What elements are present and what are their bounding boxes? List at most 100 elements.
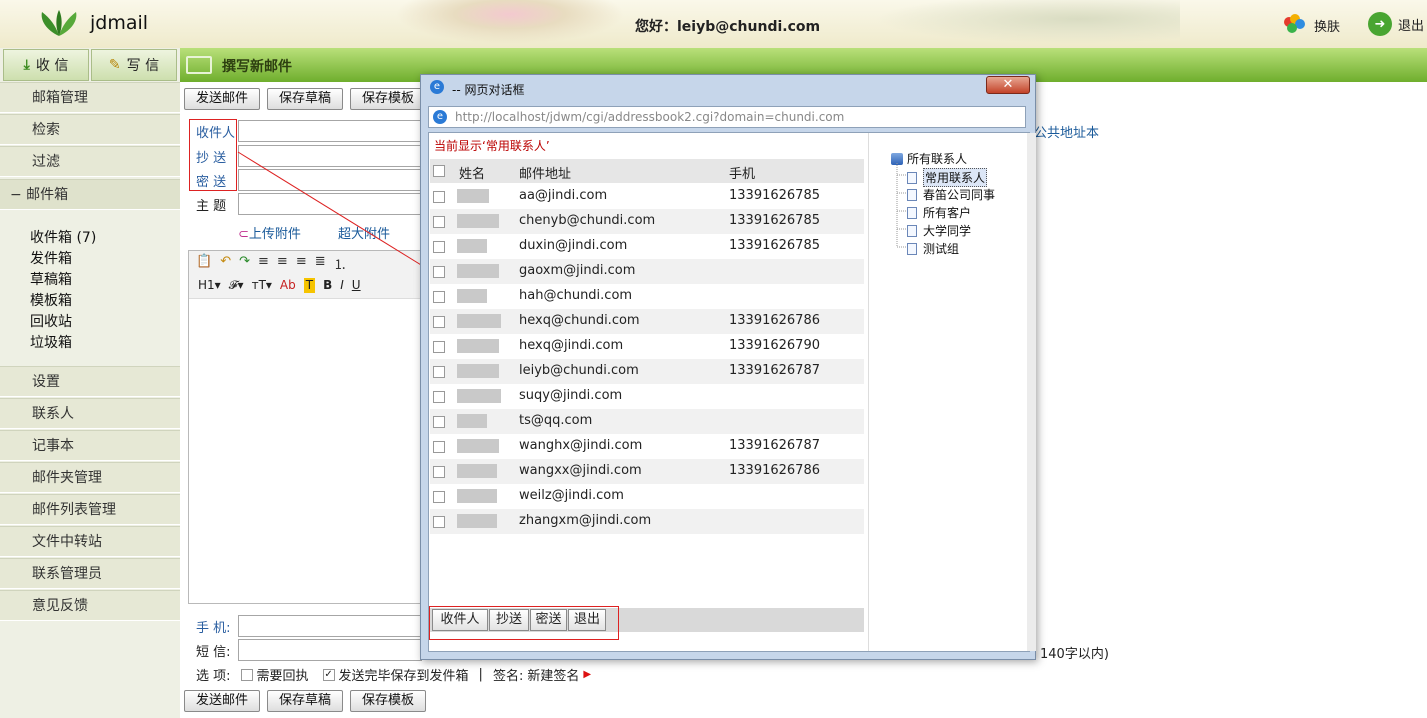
highlight-button[interactable]: T: [303, 278, 316, 293]
contact-row-checkbox[interactable]: [433, 266, 445, 278]
dialog-close-button[interactable]: ✕: [986, 76, 1030, 94]
bcc-label[interactable]: 密 送: [196, 171, 226, 190]
sidebar-item-notes[interactable]: 记事本: [0, 430, 180, 461]
cc-label[interactable]: 抄 送: [196, 147, 226, 166]
paste-icon[interactable]: 📋: [196, 254, 212, 273]
sidebar-item-mailbox[interactable]: − 邮件箱: [0, 179, 180, 210]
save-draft-button[interactable]: 保存草稿: [267, 88, 343, 110]
contact-row[interactable]: wangxx@jindi.com 13391626786: [430, 459, 864, 484]
sidebar-item-contacts[interactable]: 联系人: [0, 398, 180, 429]
to-label[interactable]: 收件人: [196, 122, 235, 141]
folder-inbox[interactable]: 收件箱 (7): [30, 228, 96, 249]
folder-drafts[interactable]: 草稿箱: [30, 270, 96, 291]
add-to-bcc-button[interactable]: 密送: [530, 609, 567, 631]
message-editor[interactable]: [188, 250, 428, 604]
to-input[interactable]: [238, 120, 422, 142]
contact-row-checkbox[interactable]: [433, 366, 445, 378]
add-to-cc-button[interactable]: 抄送: [489, 609, 529, 631]
tree-node[interactable]: 大学同学: [907, 222, 971, 239]
italic-button[interactable]: I: [340, 278, 344, 293]
contact-name-redacted: [457, 489, 497, 503]
contact-row-checkbox[interactable]: [433, 241, 445, 253]
sidebar-item-mailbox-manage[interactable]: 邮箱管理: [0, 82, 180, 113]
contact-email: aa@jindi.com: [519, 188, 608, 203]
sms-input[interactable]: [238, 639, 422, 661]
select-all-checkbox[interactable]: [433, 165, 445, 177]
contact-row[interactable]: chenyb@chundi.com 13391626785: [430, 209, 864, 234]
contact-row[interactable]: weilz@jindi.com: [430, 484, 864, 509]
sidebar-item-file-transfer[interactable]: 文件中转站: [0, 526, 180, 557]
sidebar-item-settings[interactable]: 设置: [0, 366, 180, 397]
bold-button[interactable]: B: [323, 278, 332, 293]
exit-button[interactable]: ➜ 退出: [1368, 12, 1424, 36]
font-family-select[interactable]: 𝓕▾: [229, 278, 244, 293]
tree-node[interactable]: 春笛公司同事: [907, 186, 995, 203]
sidebar-item-contact-admin[interactable]: 联系管理员: [0, 558, 180, 589]
dialog-scrollbar[interactable]: [1027, 133, 1036, 651]
phone-label: 手 机:: [196, 621, 231, 636]
sidebar-item-search[interactable]: 检索: [0, 114, 180, 145]
send-mail-button-bottom[interactable]: 发送邮件: [184, 690, 260, 712]
contact-name-redacted: [457, 439, 499, 453]
undo-icon[interactable]: ↶: [220, 254, 231, 273]
contact-row-checkbox[interactable]: [433, 291, 445, 303]
save-sent-checkbox[interactable]: ✓: [322, 668, 335, 681]
contact-row[interactable]: hexq@jindi.com 13391626790: [430, 334, 864, 359]
editor-toolbar-row2: H1▾ 𝓕▾ тT▾ Ab T B I U: [198, 278, 361, 293]
font-size-select[interactable]: тT▾: [252, 278, 272, 293]
contact-row[interactable]: leiyb@chundi.com 13391626787: [430, 359, 864, 384]
tree-node[interactable]: 所有客户: [907, 204, 971, 221]
sidebar-item-mailing-list[interactable]: 邮件列表管理: [0, 494, 180, 525]
contact-row[interactable]: gaoxm@jindi.com: [430, 259, 864, 284]
save-draft-button-bottom[interactable]: 保存草稿: [267, 690, 343, 712]
contact-row-checkbox[interactable]: [433, 466, 445, 478]
contact-row-checkbox[interactable]: [433, 391, 445, 403]
contact-row-checkbox[interactable]: [433, 441, 445, 453]
new-signature-link[interactable]: 新建签名: [527, 665, 579, 684]
tree-node[interactable]: 测试组: [907, 240, 959, 257]
dialog-title: -- 网页对话框: [452, 83, 525, 97]
contact-row-checkbox[interactable]: [433, 341, 445, 353]
contact-row[interactable]: ts@qq.com: [430, 409, 864, 434]
send-mail-button[interactable]: 发送邮件: [184, 88, 260, 110]
contact-row-checkbox[interactable]: [433, 416, 445, 428]
contact-row[interactable]: suqy@jindi.com: [430, 384, 864, 409]
receipt-checkbox[interactable]: [240, 668, 253, 681]
contact-row-checkbox[interactable]: [433, 191, 445, 203]
contact-row-checkbox[interactable]: [433, 491, 445, 503]
folder-sent[interactable]: 发件箱: [30, 249, 96, 270]
signature-arrow-icon[interactable]: ▶: [583, 669, 591, 680]
folder-list: 收件箱 (7) 发件箱 草稿箱 模板箱 回收站 垃圾箱: [30, 228, 96, 354]
contact-row-checkbox[interactable]: [433, 516, 445, 528]
folder-trash[interactable]: 回收站: [30, 312, 96, 333]
text-color-button[interactable]: Ab: [280, 278, 296, 293]
write-mail-button[interactable]: ✎ 写 信: [91, 49, 177, 81]
contact-row[interactable]: aa@jindi.com 13391626785: [430, 184, 864, 209]
save-template-button[interactable]: 保存模板: [350, 88, 426, 110]
contact-row[interactable]: hah@chundi.com: [430, 284, 864, 309]
dialog-exit-button[interactable]: 退出: [568, 609, 606, 631]
add-to-recipient-button[interactable]: 收件人: [432, 609, 488, 631]
contact-row-checkbox[interactable]: [433, 216, 445, 228]
col-email: 邮件地址: [519, 167, 572, 182]
save-template-button-bottom[interactable]: 保存模板: [350, 690, 426, 712]
contact-row-checkbox[interactable]: [433, 316, 445, 328]
skin-button[interactable]: 换肤: [1280, 12, 1340, 38]
contact-row[interactable]: zhangxm@jindi.com: [430, 509, 864, 534]
contact-row[interactable]: hexq@chundi.com 13391626786: [430, 309, 864, 334]
heading-select[interactable]: H1▾: [198, 278, 221, 293]
receive-mail-button[interactable]: ⤓ 收 信: [3, 49, 89, 81]
folder-templates[interactable]: 模板箱: [30, 291, 96, 312]
public-address-book-link[interactable]: 公共地址本: [1034, 122, 1099, 141]
phone-input[interactable]: [238, 615, 422, 637]
sidebar-item-filter[interactable]: 过滤: [0, 146, 180, 177]
tree-node[interactable]: 常用联系人: [907, 168, 988, 187]
underline-button[interactable]: U: [352, 278, 361, 293]
contact-email: zhangxm@jindi.com: [519, 513, 652, 528]
folder-junk[interactable]: 垃圾箱: [30, 333, 96, 354]
sidebar-item-folder-manage[interactable]: 邮件夹管理: [0, 462, 180, 493]
contact-row[interactable]: duxin@jindi.com 13391626785: [430, 234, 864, 259]
contact-row[interactable]: wanghx@jindi.com 13391626787: [430, 434, 864, 459]
contact-email: hexq@jindi.com: [519, 338, 624, 353]
sidebar-item-feedback[interactable]: 意见反馈: [0, 590, 180, 621]
